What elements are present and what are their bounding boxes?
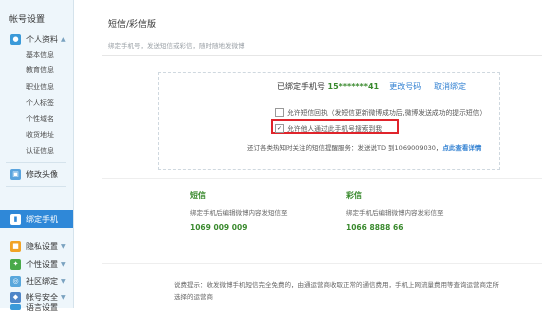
- sidebar-item-avatar-label: 修改头像: [26, 169, 58, 179]
- fee-notice-line2: 选择的运营商: [174, 293, 213, 301]
- globe-icon: [10, 304, 21, 310]
- mms-description: 绑定手机后编辑微博内容发彩信至: [346, 209, 444, 217]
- divider: [102, 178, 542, 179]
- unbind-link[interactable]: 取消绑定: [434, 82, 466, 91]
- chevron-down-icon[interactable]: ▼: [61, 261, 66, 268]
- person-icon: ●: [10, 33, 21, 45]
- bound-phone-number: 15*******41: [327, 82, 380, 91]
- bound-phone-line: 已绑定手机号 15*******41 更改号码 取消绑定: [277, 81, 466, 92]
- chevron-down-icon[interactable]: ▼: [61, 243, 66, 250]
- picture-icon: ▣: [10, 168, 21, 180]
- divider: [102, 55, 542, 56]
- mms-title: 彩信: [346, 191, 362, 200]
- notice-text: 还订各类热知时关注的短信提醒服务：发送说TD 到1069009030，: [247, 144, 443, 152]
- option-sms-receipt-label: 允许短信回执（发短信更新微博成功后,微博发送成功的提示短信）: [287, 109, 487, 117]
- service-notice: 还订各类热知时关注的短信提醒服务：发送说TD 到1069009030，点此查看详…: [247, 142, 481, 152]
- view-details-link[interactable]: 点此查看详情: [442, 144, 481, 152]
- page-title: 短信/彩信版: [108, 20, 157, 30]
- link-icon: ◎: [10, 275, 21, 287]
- page-subtitle: 绑定手机号，发送短信或彩信，随时随地发微博: [108, 42, 245, 50]
- sms-description: 绑定手机后编辑微博内容发短信至: [190, 209, 288, 217]
- sms-number: 1069 009 009: [190, 223, 248, 232]
- checkbox-checked[interactable]: ✓: [275, 123, 284, 133]
- sms-title: 短信: [190, 191, 206, 200]
- option-sms-receipt[interactable]: 允许短信回执（发短信更新微博成功后,微博发送成功的提示短信）: [275, 107, 486, 117]
- sidebar-item-address[interactable]: 收货地址: [26, 129, 54, 141]
- sidebar-item-privacy-label: 隐私设置: [26, 241, 58, 251]
- phone-icon: ▮: [10, 213, 21, 225]
- sidebar-item-language[interactable]: 语言设置: [10, 302, 58, 312]
- sidebar-group-personal[interactable]: ● 个人资料: [10, 31, 58, 47]
- divider: [102, 263, 542, 264]
- sidebar-group-personal-label: 个人资料: [26, 34, 58, 44]
- binding-card: 已绑定手机号 15*******41 更改号码 取消绑定 允许短信回执（发短信更…: [158, 72, 500, 170]
- gear-icon: ✦: [10, 258, 21, 270]
- chevron-up-icon[interactable]: ▲: [61, 36, 66, 43]
- divider: [6, 162, 66, 163]
- option-search-by-phone-label: 允许他人通过此手机号搜索到我: [287, 125, 383, 133]
- sidebar-item-personalize[interactable]: ✦ 个性设置: [10, 256, 58, 272]
- sidebar-item-domain[interactable]: 个性域名: [26, 113, 54, 125]
- shield-icon: ◆: [10, 291, 21, 303]
- sidebar-item-career[interactable]: 职业信息: [26, 81, 54, 93]
- main-panel: 短信/彩信版 绑定手机号，发送短信或彩信，随时随地发微博 已绑定手机号 15**…: [74, 0, 555, 308]
- option-search-by-phone[interactable]: ✓ 允许他人通过此手机号搜索到我: [275, 123, 382, 133]
- sidebar: 帐号设置 ● 个人资料 ▲ 基本信息 教育信息 职业信息 个人标签 个性域名 收…: [0, 0, 74, 312]
- sidebar-item-community[interactable]: ◎ 社区绑定: [10, 273, 58, 289]
- mms-number: 1066 8888 66: [346, 223, 404, 232]
- sidebar-item-avatar[interactable]: ▣ 修改头像: [10, 166, 58, 182]
- sidebar-item-language-label: 语言设置: [26, 302, 58, 312]
- sidebar-title: 帐号设置: [9, 15, 46, 25]
- checkbox-unchecked[interactable]: [275, 107, 284, 117]
- bound-phone-prefix: 已绑定手机号: [277, 82, 325, 91]
- sidebar-item-education[interactable]: 教育信息: [26, 64, 54, 76]
- sidebar-item-bind-phone-label: 绑定手机: [26, 214, 58, 224]
- chevron-down-icon[interactable]: ▼: [61, 294, 66, 301]
- sidebar-item-community-label: 社区绑定: [26, 276, 58, 286]
- settings-app: 帐号设置 ● 个人资料 ▲ 基本信息 教育信息 职业信息 个人标签 个性域名 收…: [0, 0, 555, 312]
- divider: [6, 186, 66, 187]
- sidebar-item-tags[interactable]: 个人标签: [26, 97, 54, 109]
- sidebar-item-personalize-label: 个性设置: [26, 259, 58, 269]
- sidebar-item-basic-info[interactable]: 基本信息: [26, 49, 54, 61]
- fee-notice-line1: 说费提示：收发微博手机短信完全免费的，由通运营商收取正常的通信费用，手机上网流量…: [174, 281, 499, 289]
- chevron-down-icon[interactable]: ▼: [61, 278, 66, 285]
- lock-icon: ■: [10, 240, 21, 252]
- sidebar-item-verification[interactable]: 认证信息: [26, 145, 54, 157]
- change-number-link[interactable]: 更改号码: [389, 82, 421, 91]
- sidebar-item-bind-phone[interactable]: ▮ 绑定手机: [10, 211, 58, 227]
- sidebar-item-privacy[interactable]: ■ 隐私设置: [10, 238, 58, 254]
